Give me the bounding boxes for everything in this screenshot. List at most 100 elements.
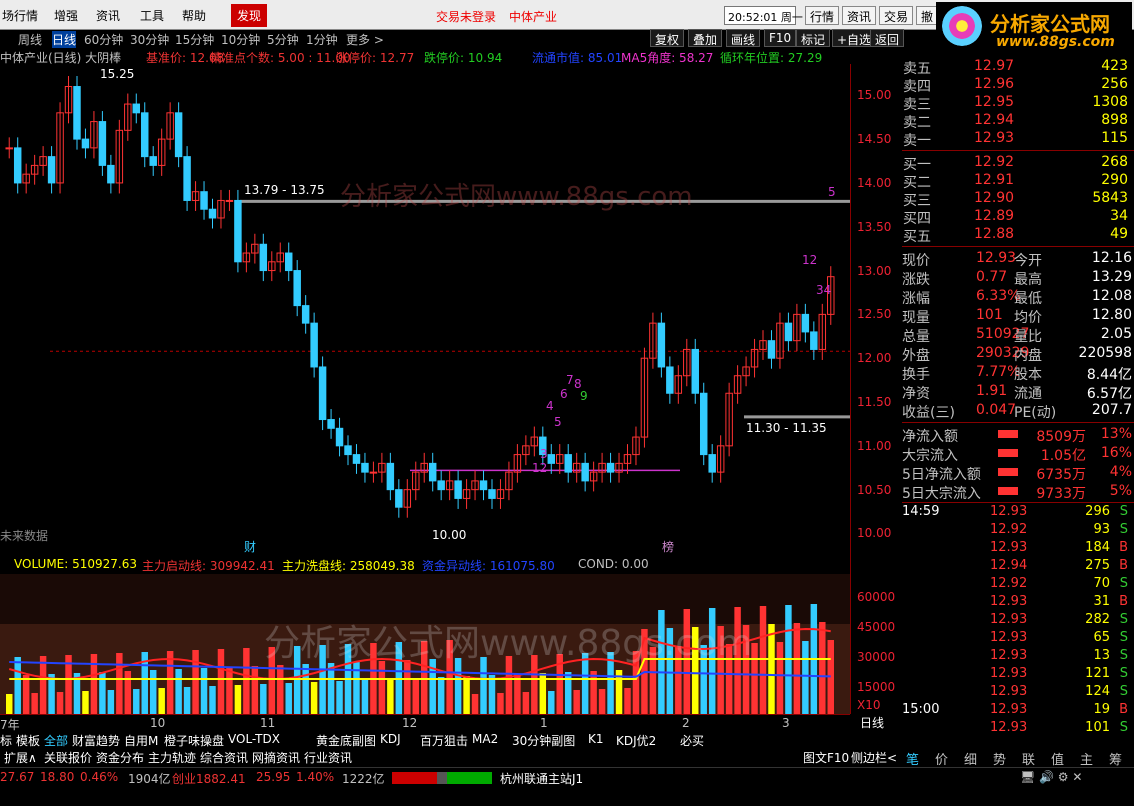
indicator-tab[interactable]: 百万狙击 — [420, 732, 468, 749]
flow-label: 净流入额 — [902, 429, 958, 445]
detail-tab[interactable]: 联 — [1022, 749, 1035, 768]
ask-row[interactable]: 卖一 12.93 115 — [902, 130, 1130, 149]
menu-enhance[interactable]: 增强 — [54, 7, 78, 24]
panel-tab[interactable]: 行业资讯 — [304, 749, 352, 766]
bid-row[interactable]: 买一 12.92 268 — [902, 154, 1130, 173]
candlestick-chart[interactable]: 15.25 13.79 - 13.75 10.00 11.30 - 11.35 财 榜 5 1… — [0, 64, 850, 556]
info-cell: 12.08 — [1091, 288, 1132, 304]
period-30m[interactable]: 30分钟 — [130, 31, 169, 48]
period-60m[interactable]: 60分钟 — [84, 31, 123, 48]
detail-tab[interactable]: 主 — [1080, 749, 1093, 768]
btn-cancel[interactable]: 撤 — [916, 6, 939, 25]
period-5m[interactable]: 5分钟 — [267, 31, 299, 48]
volume-bar — [624, 688, 631, 714]
panel-tab[interactable]: 网摘资讯 — [252, 749, 300, 766]
period-more[interactable]: 更多 > — [346, 31, 384, 48]
btn-info[interactable]: 资讯 — [842, 6, 877, 25]
period-10m[interactable]: 10分钟 — [221, 31, 260, 48]
period-15m[interactable]: 15分钟 — [175, 31, 214, 48]
candle — [318, 366, 327, 421]
indicator-tab[interactable]: 橙子味操盘 — [164, 732, 224, 749]
detail-tab[interactable]: 值 — [1051, 749, 1064, 768]
indicator-tab[interactable]: 黄金底副图 — [316, 732, 376, 749]
tab-f10-graphic[interactable]: 图文F10 — [803, 749, 849, 766]
indicator-tab[interactable]: VOL-TDX — [228, 732, 280, 746]
period-day[interactable]: 日线 — [52, 31, 77, 48]
board-marker: 榜 — [662, 539, 674, 554]
period-week[interactable]: 周线 — [18, 31, 42, 48]
info-row: 净资 1.91 流通 6.57亿 — [902, 383, 1134, 402]
ask-row[interactable]: 卖五 12.97 423 — [902, 58, 1130, 77]
indicator-tab[interactable]: K1 — [588, 732, 604, 746]
detail-tab[interactable]: 笔 — [906, 749, 919, 768]
info-cell: 2.05 — [1100, 326, 1132, 342]
panel-tab[interactable]: 关联报价 — [44, 749, 92, 766]
btn-quote[interactable]: 行情 — [805, 6, 840, 25]
candle — [547, 454, 556, 464]
market-breadth-bar — [392, 772, 492, 784]
flow-bar — [998, 449, 1018, 457]
tick-volume: 296 — [1085, 504, 1110, 519]
date-tick: 3 — [782, 716, 790, 730]
indicator-tab[interactable]: 自用M — [124, 732, 158, 749]
indicator-tab[interactable]: 标 — [0, 732, 12, 749]
btn-adjust[interactable]: 复权 — [650, 29, 685, 47]
info-cell: 0.047 — [976, 402, 1017, 418]
indicator-tab[interactable]: 必买 — [680, 732, 704, 749]
tick-row: 12.93 13 S — [902, 648, 1134, 666]
ask-row[interactable]: 卖三 12.95 1308 — [902, 94, 1130, 113]
detail-tab[interactable]: 筹 — [1109, 749, 1122, 768]
panel-tab[interactable]: 主力轨迹 — [148, 749, 196, 766]
detail-tab[interactable]: 势 — [993, 749, 1006, 768]
status-icons[interactable]: 🖥 🔊 ⚙ ✕ — [1020, 770, 1082, 784]
indicator-tab[interactable]: 30分钟副图 — [512, 732, 575, 749]
ask-row[interactable]: 卖二 12.94 898 — [902, 112, 1130, 131]
volume-bar — [819, 622, 826, 714]
volume-bar — [116, 653, 123, 714]
panel-tab[interactable]: 综合资讯 — [200, 749, 248, 766]
indicator-tab[interactable]: 全部 — [44, 732, 68, 749]
panel-tab[interactable]: 扩展∧ — [4, 749, 37, 766]
menu-discover[interactable]: 发现 — [231, 4, 268, 27]
candle — [767, 340, 776, 359]
chinext-pct: 1.40% — [296, 770, 335, 784]
quote-label: 卖四 — [903, 79, 931, 95]
bid-row[interactable]: 买四 12.89 34 — [902, 208, 1130, 227]
bid-row[interactable]: 买五 12.88 49 — [902, 226, 1130, 245]
candle — [810, 331, 818, 350]
detail-tab[interactable]: 细 — [964, 749, 977, 768]
period-1m[interactable]: 1分钟 — [306, 31, 338, 48]
candle — [208, 208, 217, 219]
fund-anomaly-line: 资金异动线: 161075.80 — [422, 559, 555, 573]
info-cell: 现价 — [902, 253, 930, 269]
right-bottom-tabs: 笔价细势联值主筹 — [902, 748, 1134, 768]
server-name[interactable]: 杭州联通主站J1 — [500, 770, 583, 787]
volume-bar — [302, 664, 309, 714]
btn-back[interactable]: 返回 — [870, 29, 905, 47]
menu-market[interactable]: 场行情 — [2, 7, 38, 24]
btn-trade[interactable]: 交易 — [879, 6, 914, 25]
btn-f10[interactable]: F10 — [764, 29, 797, 47]
volume-bar — [217, 649, 225, 714]
indicator-tab[interactable]: 模板 — [16, 732, 40, 749]
bid-row[interactable]: 买三 12.90 5843 — [902, 190, 1130, 209]
indicator-tab[interactable]: 财富趋势 — [72, 732, 120, 749]
menu-news[interactable]: 资讯 — [96, 7, 120, 24]
price-tick: 14.50 — [857, 132, 892, 147]
volume-bar — [133, 689, 140, 714]
btn-mark[interactable]: 标记 — [796, 29, 831, 47]
detail-tab[interactable]: 价 — [935, 749, 948, 768]
menu-help[interactable]: 帮助 — [182, 7, 206, 24]
indicator-tab[interactable]: MA2 — [472, 732, 498, 746]
indicator-tab[interactable]: KDJ优2 — [616, 732, 656, 749]
menu-tools[interactable]: 工具 — [140, 7, 164, 24]
bid-row[interactable]: 买二 12.91 290 — [902, 172, 1130, 191]
tab-sidebar[interactable]: 侧边栏< — [851, 749, 897, 766]
flow-pct: 13% — [1100, 426, 1132, 442]
ask-row[interactable]: 卖四 12.96 256 — [902, 76, 1130, 95]
btn-overlay[interactable]: 叠加 — [688, 29, 723, 47]
panel-tab[interactable]: 资金分布 — [96, 749, 144, 766]
indicator-tab[interactable]: KDJ — [380, 732, 401, 746]
btn-draw[interactable]: 画线 — [726, 29, 761, 47]
login-status[interactable]: 交易未登录 — [436, 8, 496, 25]
